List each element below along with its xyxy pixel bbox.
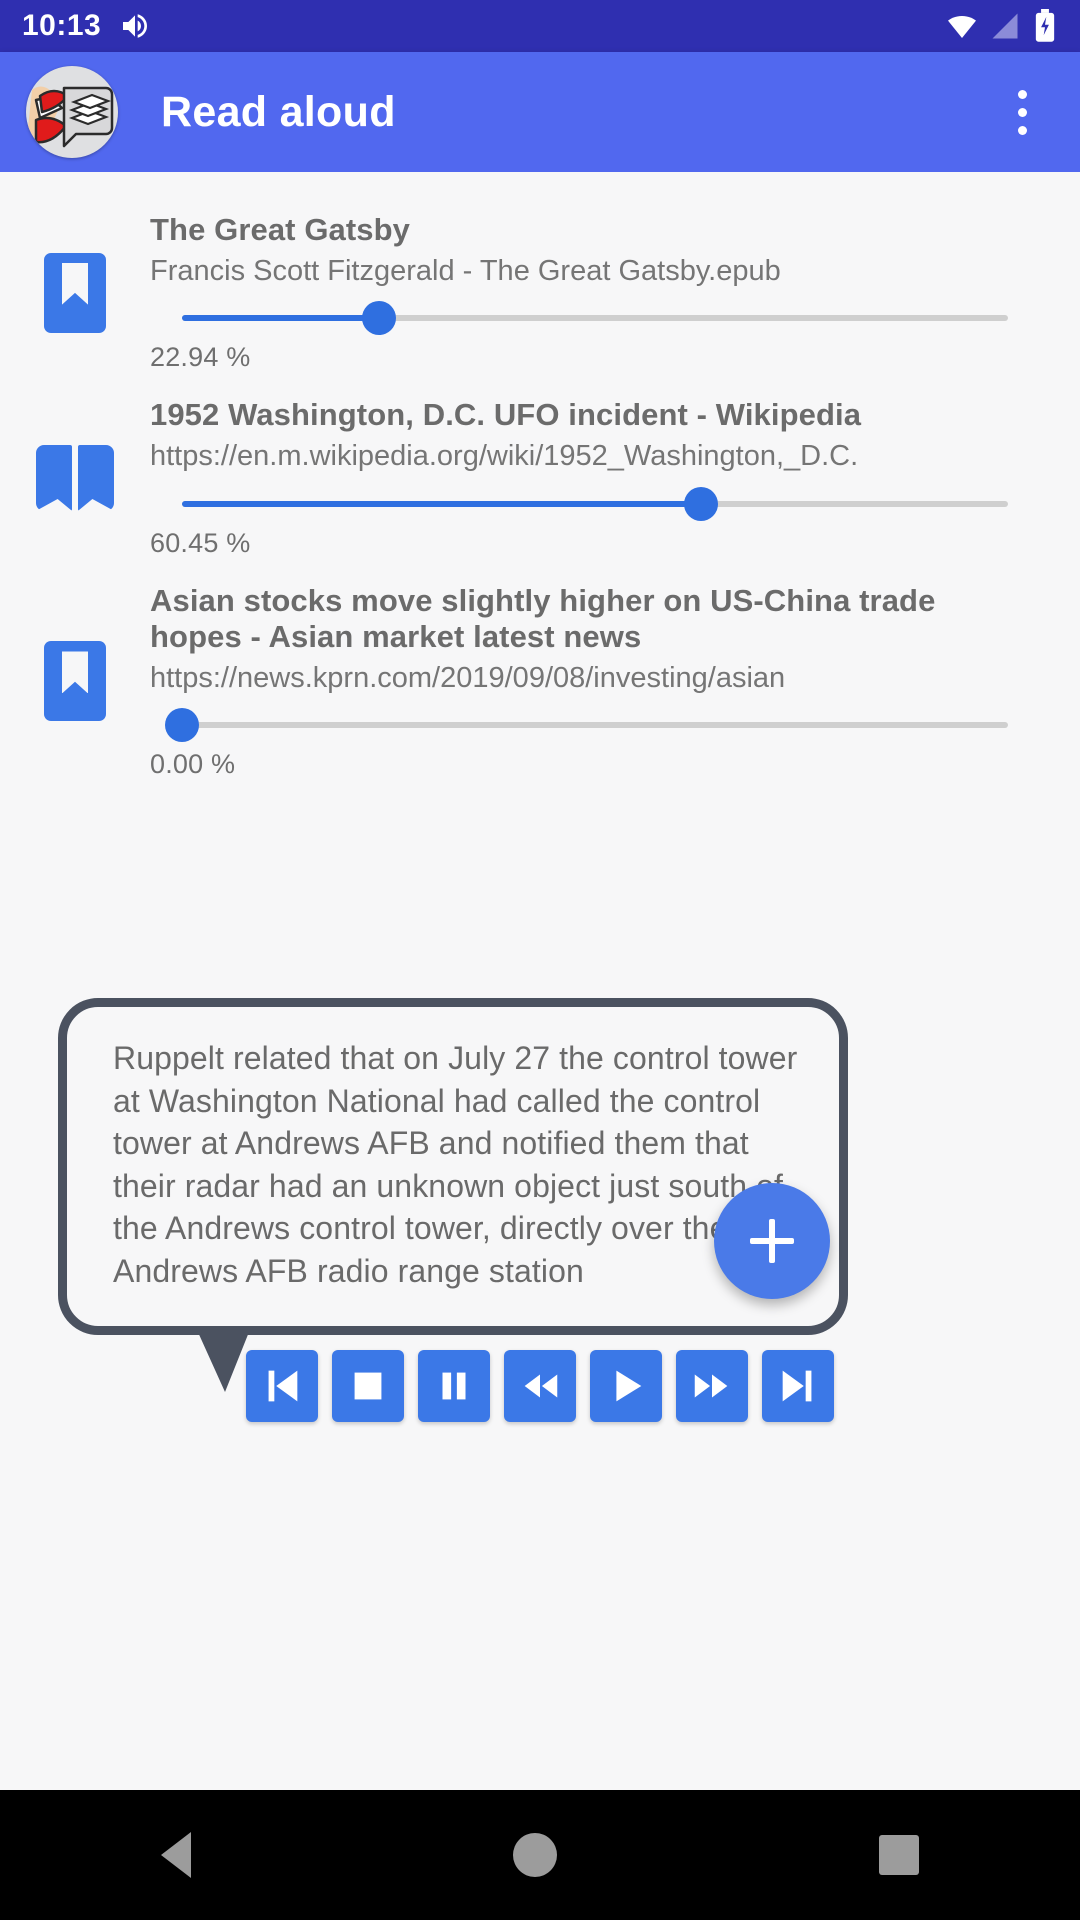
progress-label: 0.00 % [150,749,236,780]
pause-icon [442,1372,466,1400]
book-title: The Great Gatsby [150,212,411,247]
stop-icon [354,1372,382,1400]
main-content: The Great Gatsby Francis Scott Fitzgeral… [0,172,1080,1790]
rewind-icon [524,1374,558,1398]
status-bar: 10:13 [0,0,1080,52]
rewind-button[interactable] [504,1350,576,1422]
list-item[interactable]: 1952 Washington, D.C. UFO incident - Wik… [0,373,1080,558]
book-subtitle: https://news.kprn.com/2019/09/08/investi… [150,661,786,694]
fast-forward-button[interactable] [676,1350,748,1422]
book-body: The Great Gatsby Francis Scott Fitzgeral… [150,212,1080,373]
home-icon[interactable] [513,1833,557,1877]
status-clock: 10:13 [22,9,102,42]
progress-label: 60.45 % [150,527,251,558]
list-item[interactable]: The Great Gatsby Francis Scott Fitzgeral… [0,194,1080,373]
stop-button[interactable] [332,1350,404,1422]
play-button[interactable] [590,1350,662,1422]
slider-thumb[interactable] [361,301,396,336]
slider-fill [182,315,379,322]
signal-icon [992,13,1018,39]
skip-previous-button[interactable] [246,1350,318,1422]
list-item[interactable]: Asian stocks move slightly higher on US-… [0,559,1080,781]
book-body: Asian stocks move slightly higher on US-… [150,583,1080,781]
book-title: Asian stocks move slightly higher on US-… [150,582,936,655]
slider-fill [182,500,701,507]
speech-bubble-body: Ruppelt related that on July 27 the cont… [58,998,848,1393]
add-button[interactable] [714,1183,830,1299]
speech-bubble-text: Ruppelt related that on July 27 the cont… [113,1040,798,1289]
progress-slider[interactable] [150,703,1008,747]
status-bar-right [946,9,1058,43]
overflow-menu-icon[interactable] [990,64,1054,160]
slider-track [182,722,1008,729]
wifi-icon [948,16,976,38]
progress-label: 22.94 % [150,342,251,373]
skip-previous-icon [268,1370,298,1402]
slider-thumb[interactable] [683,486,718,521]
book-subtitle: https://en.m.wikipedia.org/wiki/1952_Was… [150,439,859,472]
battery-charging-icon [1035,9,1055,42]
book-subtitle: Francis Scott Fitzgerald - The Great Gat… [150,254,781,287]
book-title: 1952 Washington, D.C. UFO incident - Wik… [150,397,862,433]
skip-next-icon [782,1370,812,1402]
book-closed-icon [44,641,106,722]
system-nav-bar [0,1790,1080,1920]
back-icon[interactable] [161,1832,191,1878]
progress-slider[interactable] [150,296,1008,340]
status-bar-left: 10:13 [22,9,151,43]
slider-thumb[interactable] [165,708,199,743]
pause-button[interactable] [418,1350,490,1422]
book-list: The Great Gatsby Francis Scott Fitzgeral… [0,172,1080,780]
speech-bubble: Ruppelt related that on July 27 the cont… [58,998,870,1393]
app-bar: Read aloud [0,52,1080,172]
volume-icon [123,14,148,38]
book-body: 1952 Washington, D.C. UFO incident - Wik… [150,397,1080,558]
recents-icon[interactable] [879,1835,919,1875]
page-title: Read aloud [161,87,396,136]
play-icon [616,1370,642,1402]
read-aloud-logo [26,66,118,158]
book-icon-cell [0,583,150,781]
book-icon-cell [0,212,150,373]
progress-slider[interactable] [150,482,1008,526]
skip-next-button[interactable] [762,1350,834,1422]
book-icon-cell [0,397,150,558]
book-open-icon [36,445,114,511]
transport-controls [0,1350,1080,1422]
book-closed-icon [44,252,106,333]
fast-forward-icon [694,1374,728,1398]
